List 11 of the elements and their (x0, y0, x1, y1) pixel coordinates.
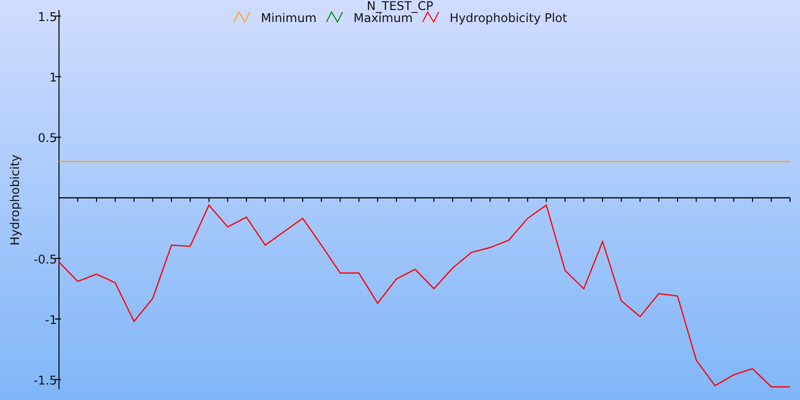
y-tick-label: -1 (45, 313, 57, 328)
y-tick-label: 0.5 (38, 131, 57, 146)
y-axis-label: Hydrophobicity (8, 154, 22, 246)
legend-label: Minimum (260, 11, 317, 25)
legend-label: Maximum (354, 11, 413, 25)
y-tick-label: 1.5 (38, 10, 57, 24)
y-tick-label: 1 (49, 70, 57, 85)
y-tick-label: -0.5 (34, 252, 57, 266)
legend-label: Hydrophobicity Plot (450, 11, 568, 25)
chart-title: N_TEST_CP (366, 0, 434, 13)
y-tick-label: -1.5 (34, 374, 57, 388)
